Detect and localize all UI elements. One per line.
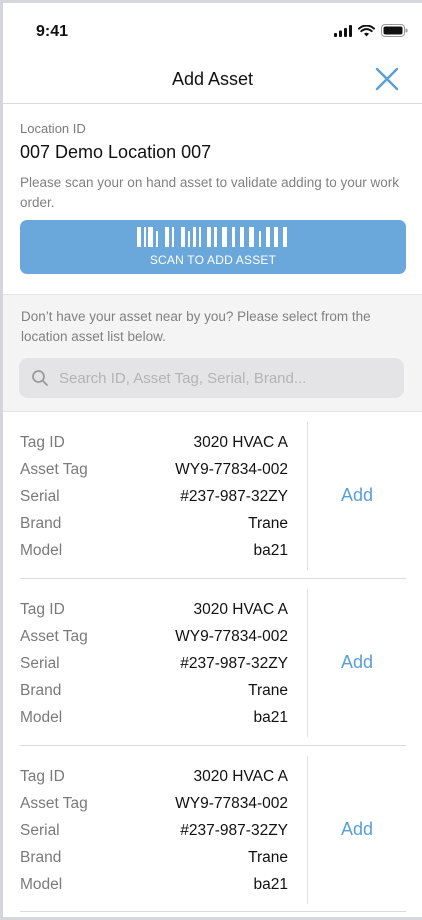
- field-value: WY9-77834-002: [175, 794, 288, 812]
- asset-fields: Tag ID 3020 HVAC A Asset Tag WY9-77834-0…: [20, 596, 288, 731]
- field-value: 3020 HVAC A: [193, 600, 289, 618]
- field-label: Tag ID: [20, 433, 65, 451]
- field-value: 3020 HVAC A: [193, 767, 289, 785]
- field-value: Trane: [248, 848, 288, 866]
- field-value: Trane: [248, 514, 288, 532]
- field-label: Serial: [20, 487, 60, 505]
- field-value: Trane: [248, 681, 288, 699]
- page-title: Add Asset: [171, 69, 254, 89]
- field-row-brand: Brand Trane: [20, 677, 288, 704]
- phone-screen: 9:41 Add Asset Location ID 007 Demo Loca…: [3, 3, 422, 917]
- add-asset-button[interactable]: Add: [308, 412, 406, 578]
- nav-header: Add Asset: [3, 61, 422, 104]
- close-icon: [375, 67, 399, 91]
- location-id-label: Location ID: [20, 121, 86, 136]
- field-label: Brand: [20, 848, 62, 866]
- field-label: Serial: [20, 654, 60, 672]
- field-row-tag-id: Tag ID 3020 HVAC A: [20, 596, 288, 623]
- battery-icon: [381, 24, 408, 37]
- field-row-serial: Serial #237-987-32ZY: [20, 483, 288, 510]
- field-label: Model: [20, 541, 63, 559]
- scan-instructions: Please scan your on hand asset to valida…: [20, 175, 399, 210]
- status-icons: [334, 24, 408, 37]
- search-box[interactable]: [19, 358, 404, 398]
- field-label: Model: [20, 875, 63, 893]
- field-value: WY9-77834-002: [175, 627, 288, 645]
- field-label: Tag ID: [20, 767, 65, 785]
- search-icon: [32, 370, 48, 386]
- field-row-brand: Brand Trane: [20, 844, 288, 871]
- field-value: #237-987-32ZY: [180, 487, 288, 505]
- field-row-tag-id: Tag ID 3020 HVAC A: [20, 429, 288, 456]
- field-label: Asset Tag: [20, 794, 88, 812]
- search-input[interactable]: [59, 358, 394, 398]
- field-value: WY9-77834-002: [175, 460, 288, 478]
- add-asset-button[interactable]: Add: [308, 579, 406, 745]
- field-label: Asset Tag: [20, 460, 88, 478]
- field-row-asset-tag: Asset Tag WY9-77834-002: [20, 790, 288, 817]
- field-row-model: Model ba21: [20, 871, 288, 898]
- asset-list: Tag ID 3020 HVAC A Asset Tag WY9-77834-0…: [3, 412, 422, 912]
- search-instructions: Don’t have your asset near by you? Pleas…: [21, 309, 371, 344]
- barcode-icon: [137, 227, 287, 247]
- field-label: Model: [20, 708, 63, 726]
- field-label: Brand: [20, 514, 62, 532]
- status-time: 9:41: [36, 23, 69, 40]
- asset-fields: Tag ID 3020 HVAC A Asset Tag WY9-77834-0…: [20, 429, 288, 564]
- field-row-brand: Brand Trane: [20, 510, 288, 537]
- asset-card: Tag ID 3020 HVAC A Asset Tag WY9-77834-0…: [20, 746, 406, 912]
- scan-section: Location ID 007 Demo Location 007 Please…: [3, 104, 422, 294]
- search-section: Don’t have your asset near by you? Pleas…: [3, 294, 422, 412]
- field-row-serial: Serial #237-987-32ZY: [20, 817, 288, 844]
- asset-fields: Tag ID 3020 HVAC A Asset Tag WY9-77834-0…: [20, 763, 288, 898]
- field-row-asset-tag: Asset Tag WY9-77834-002: [20, 623, 288, 650]
- field-row-asset-tag: Asset Tag WY9-77834-002: [20, 456, 288, 483]
- field-value: ba21: [253, 875, 288, 893]
- field-value: #237-987-32ZY: [180, 654, 288, 672]
- field-row-model: Model ba21: [20, 704, 288, 731]
- field-value: 3020 HVAC A: [193, 433, 289, 451]
- asset-card: Tag ID 3020 HVAC A Asset Tag WY9-77834-0…: [20, 579, 406, 746]
- add-asset-button[interactable]: Add: [308, 746, 406, 912]
- field-row-serial: Serial #237-987-32ZY: [20, 650, 288, 677]
- field-label: Serial: [20, 821, 60, 839]
- field-label: Brand: [20, 681, 62, 699]
- scan-button-label: SCAN TO ADD ASSET: [149, 253, 277, 267]
- field-value: #237-987-32ZY: [180, 821, 288, 839]
- field-label: Tag ID: [20, 600, 65, 618]
- field-row-model: Model ba21: [20, 537, 288, 564]
- field-value: ba21: [253, 708, 288, 726]
- field-row-tag-id: Tag ID 3020 HVAC A: [20, 763, 288, 790]
- field-label: Asset Tag: [20, 627, 88, 645]
- wifi-icon: [358, 24, 375, 36]
- location-id-value: 007 Demo Location 007: [20, 142, 212, 162]
- asset-card: Tag ID 3020 HVAC A Asset Tag WY9-77834-0…: [20, 412, 406, 579]
- scan-to-add-asset-button[interactable]: SCAN TO ADD ASSET: [20, 220, 406, 274]
- field-value: ba21: [253, 541, 288, 559]
- close-button[interactable]: [374, 66, 400, 92]
- signal-icon: [334, 24, 352, 37]
- status-bar: 9:41: [3, 3, 422, 61]
